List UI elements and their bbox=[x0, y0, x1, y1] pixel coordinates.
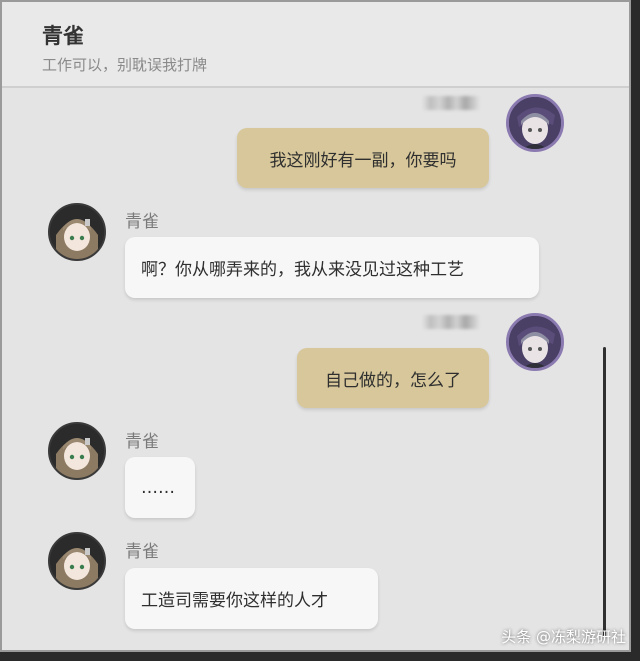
qingque-avatar-icon[interactable] bbox=[48, 532, 106, 590]
npc-message-bubble: 工造司需要你这样的人才 bbox=[125, 568, 378, 629]
message-text: 啊？你从哪弄来的，我从来没见过这种工艺 bbox=[141, 260, 464, 280]
scrollbar-thumb[interactable] bbox=[603, 347, 606, 637]
player-message-bubble: 自己做的，怎么了 bbox=[297, 348, 489, 408]
player-name-blurred bbox=[422, 96, 480, 110]
contact-signature: 工作可以，别耽误我打牌 bbox=[42, 56, 208, 74]
contact-name: 青雀 bbox=[42, 24, 84, 48]
player-name-blurred bbox=[422, 315, 480, 329]
message-text: 工造司需要你这样的人才 bbox=[141, 591, 328, 611]
watermark: 头条 @冻梨游研社 bbox=[501, 628, 626, 646]
player-avatar-icon[interactable] bbox=[506, 94, 564, 152]
header-divider bbox=[2, 86, 629, 88]
sender-name: 青雀 bbox=[125, 542, 159, 562]
chat-window: 青雀 工作可以，别耽误我打牌 我这刚好有一副，你要吗 青雀 啊？你从哪弄来的，我… bbox=[0, 0, 631, 652]
npc-message-bubble: 啊？你从哪弄来的，我从来没见过这种工艺 bbox=[125, 237, 539, 298]
player-avatar-icon[interactable] bbox=[506, 313, 564, 371]
message-text: 我这刚好有一副，你要吗 bbox=[269, 150, 457, 171]
qingque-avatar-icon[interactable] bbox=[48, 203, 106, 261]
chat-header: 青雀 工作可以，别耽误我打牌 bbox=[2, 2, 629, 86]
sender-name: 青雀 bbox=[125, 432, 159, 452]
player-message-bubble: 我这刚好有一副，你要吗 bbox=[237, 128, 489, 188]
qingque-avatar-icon[interactable] bbox=[48, 422, 106, 480]
message-text: …… bbox=[141, 477, 175, 498]
message-text: 自己做的，怎么了 bbox=[325, 370, 461, 391]
sender-name: 青雀 bbox=[125, 212, 159, 232]
npc-message-bubble: …… bbox=[125, 457, 195, 518]
